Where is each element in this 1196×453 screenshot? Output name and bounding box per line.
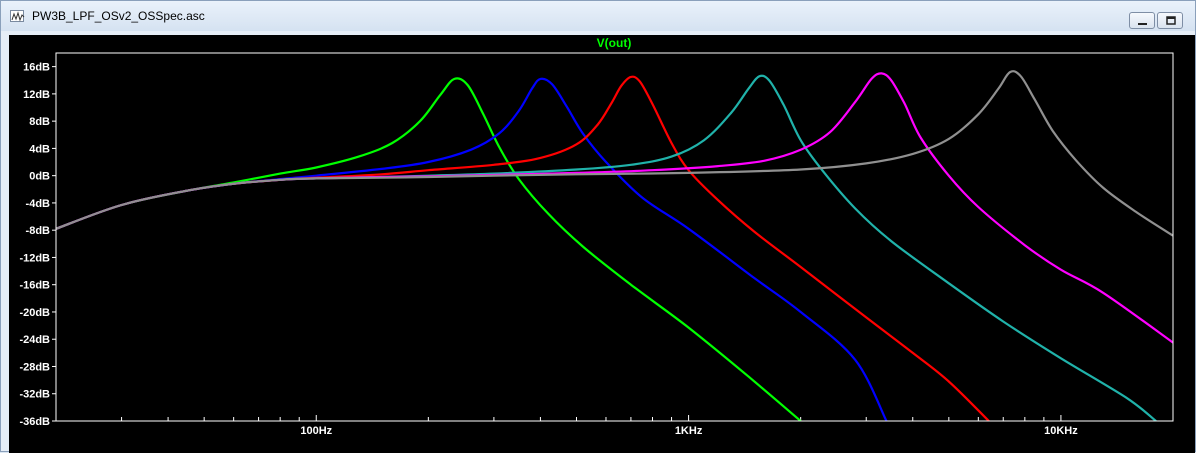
y-tick-label: -36dB bbox=[19, 416, 50, 428]
x-tick-label: 100Hz bbox=[300, 425, 332, 437]
y-tick-label: -24dB bbox=[19, 334, 50, 346]
y-tick-label: 0dB bbox=[29, 171, 50, 183]
window-title: PW3B_LPF_OSv2_OSSpec.asc bbox=[32, 9, 205, 23]
x-tick-label: 10KHz bbox=[1044, 425, 1078, 437]
series-line-4 bbox=[56, 74, 1157, 421]
y-tick-label: -12dB bbox=[19, 252, 50, 264]
restore-button[interactable] bbox=[1157, 12, 1183, 29]
chart-title: V(out) bbox=[597, 36, 632, 50]
series-line-1 bbox=[56, 77, 802, 421]
waveform-document-icon bbox=[10, 10, 25, 22]
plot-window: PW3B_LPF_OSv2_OSSpec.asc V(out) 16dB 12dB… bbox=[0, 0, 1196, 453]
minimize-icon bbox=[1138, 23, 1147, 25]
plot-frame bbox=[55, 52, 1174, 422]
y-tick-label: 12dB bbox=[23, 89, 50, 101]
y-tick-label: -32dB bbox=[19, 389, 50, 401]
y-tick-label: -4dB bbox=[26, 198, 51, 210]
y-tick-label: 4dB bbox=[29, 143, 50, 155]
restore-icon bbox=[1166, 16, 1176, 25]
y-tick-label: 16dB bbox=[23, 62, 50, 74]
y-tick-label: -8dB bbox=[26, 225, 51, 237]
title-bar[interactable]: PW3B_LPF_OSv2_OSSpec.asc bbox=[1, 1, 1195, 31]
y-tick-label: -28dB bbox=[19, 361, 50, 373]
minimize-button[interactable] bbox=[1129, 12, 1155, 29]
y-tick-label: -20dB bbox=[19, 307, 50, 319]
series-line-5 bbox=[56, 72, 1173, 344]
y-tick-label: 8dB bbox=[29, 116, 50, 128]
x-tick-label: 1KHz bbox=[675, 425, 703, 437]
y-tick-label: -16dB bbox=[19, 280, 50, 292]
series-line-3 bbox=[56, 75, 990, 421]
bode-plot-chart[interactable]: V(out) 16dB 12dB 8dB 4dB 0dB -4dB -8dB -12dB -16… bbox=[9, 35, 1195, 453]
series-line-2 bbox=[56, 77, 888, 421]
plot-area[interactable]: V(out) 16dB 12dB 8dB 4dB 0dB -4dB -8dB -12dB -16… bbox=[9, 35, 1195, 453]
